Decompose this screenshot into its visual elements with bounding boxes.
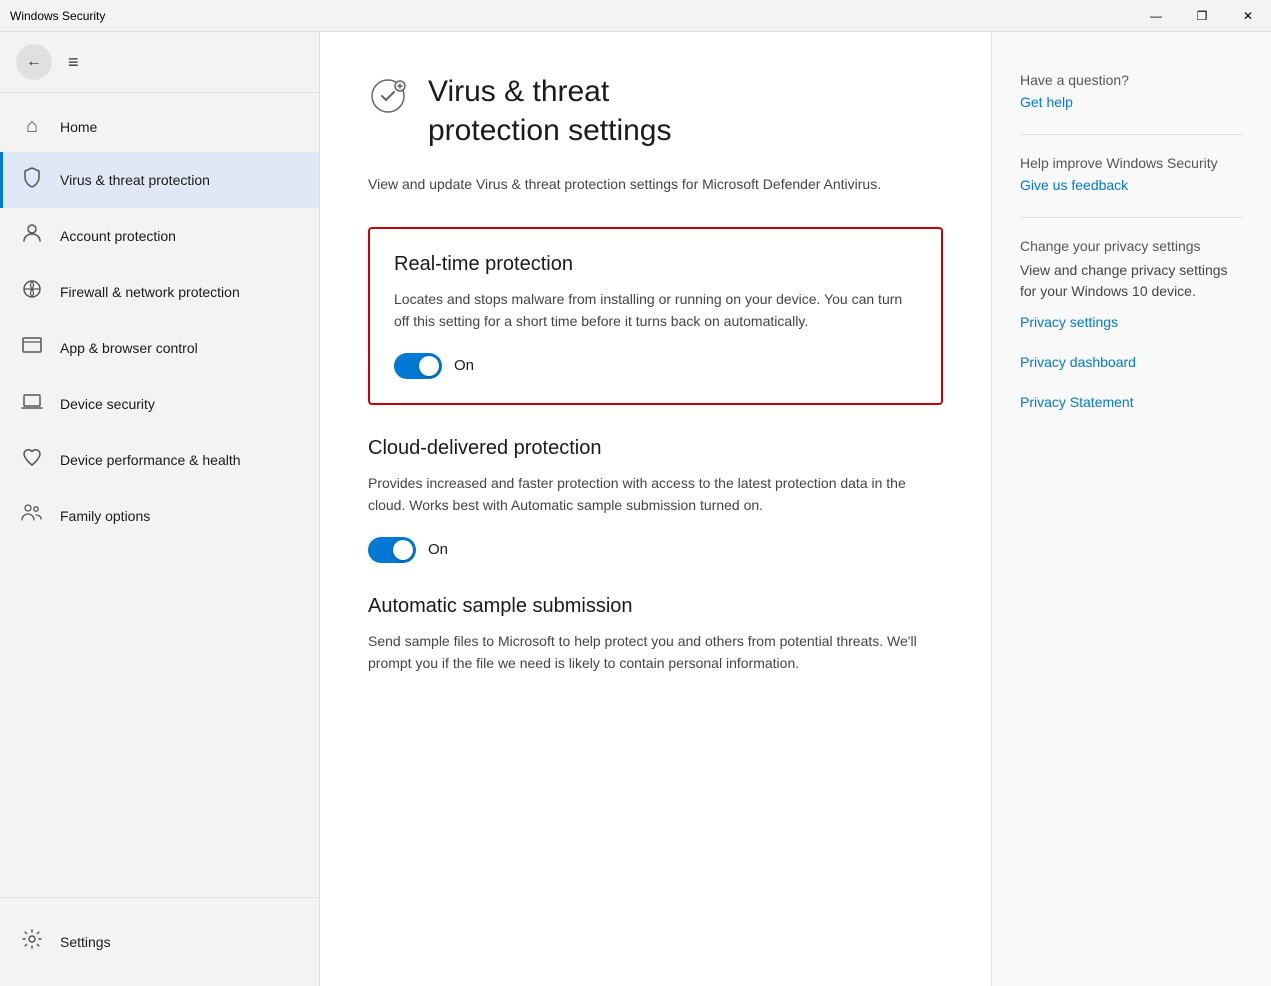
improve-title: Help improve Windows Security bbox=[1020, 155, 1243, 171]
realtime-toggle-row: On bbox=[394, 353, 917, 379]
settings-label: Settings bbox=[60, 934, 111, 950]
sidebar-bottom: Settings bbox=[0, 897, 319, 986]
cloud-protection-section: Cloud-delivered protection Provides incr… bbox=[368, 437, 943, 563]
realtime-desc: Locates and stops malware from installin… bbox=[394, 288, 917, 333]
toggle-thumb bbox=[419, 356, 439, 376]
realtime-protection-card: Real-time protection Locates and stops m… bbox=[368, 227, 943, 405]
toggle-thumb bbox=[393, 540, 413, 560]
cloud-toggle-row: On bbox=[368, 537, 943, 563]
get-help-link[interactable]: Get help bbox=[1020, 94, 1243, 110]
sidebar-item-label: App & browser control bbox=[60, 340, 198, 356]
privacy-settings-link[interactable]: Privacy settings bbox=[1020, 314, 1243, 330]
restore-button[interactable]: ❐ bbox=[1179, 0, 1225, 32]
page-title: Virus & threatprotection settings bbox=[428, 72, 671, 150]
settings-icon bbox=[20, 928, 44, 956]
sidebar: ← ≡ ⌂ Home Virus & threat protection bbox=[0, 32, 320, 986]
sidebar-item-firewall[interactable]: Firewall & network protection bbox=[0, 264, 319, 320]
realtime-toggle[interactable] bbox=[394, 353, 442, 379]
sidebar-item-family[interactable]: Family options bbox=[0, 488, 319, 544]
content-header: Virus & threatprotection settings bbox=[368, 72, 943, 150]
laptop-icon bbox=[20, 390, 44, 418]
realtime-title: Real-time protection bbox=[394, 253, 917, 276]
sidebar-item-label: Virus & threat protection bbox=[60, 172, 210, 188]
sidebar-item-account[interactable]: Account protection bbox=[0, 208, 319, 264]
privacy-desc: View and change privacy settings for you… bbox=[1020, 260, 1243, 302]
main-content: Virus & threatprotection settings View a… bbox=[320, 32, 991, 986]
sample-desc: Send sample files to Microsoft to help p… bbox=[368, 630, 943, 675]
heart-icon bbox=[20, 446, 44, 474]
privacy-statement-link[interactable]: Privacy Statement bbox=[1020, 394, 1243, 410]
sidebar-item-label: Account protection bbox=[60, 228, 176, 244]
sidebar-item-device-security[interactable]: Device security bbox=[0, 376, 319, 432]
hamburger-icon: ≡ bbox=[68, 52, 79, 72]
feedback-link[interactable]: Give us feedback bbox=[1020, 177, 1243, 193]
sidebar-item-label: Home bbox=[60, 119, 97, 135]
sample-submission-section: Automatic sample submission Send sample … bbox=[368, 595, 943, 675]
titlebar-title: Windows Security bbox=[10, 9, 105, 23]
sidebar-item-label: Firewall & network protection bbox=[60, 284, 240, 300]
firewall-icon bbox=[20, 278, 44, 306]
page-icon bbox=[368, 76, 408, 123]
realtime-toggle-label: On bbox=[454, 357, 474, 374]
divider-2 bbox=[1020, 217, 1243, 218]
sidebar-item-device-health[interactable]: Device performance & health bbox=[0, 432, 319, 488]
sidebar-item-label: Device performance & health bbox=[60, 452, 241, 468]
close-button[interactable]: ✕ bbox=[1225, 0, 1271, 32]
titlebar-controls: — ❐ ✕ bbox=[1133, 0, 1271, 32]
cloud-toggle-label: On bbox=[428, 541, 448, 558]
right-panel: Have a question? Get help Help improve W… bbox=[991, 32, 1271, 986]
back-button[interactable]: ← bbox=[16, 44, 52, 80]
privacy-dashboard-link[interactable]: Privacy dashboard bbox=[1020, 354, 1243, 370]
app-body: ← ≡ ⌂ Home Virus & threat protection bbox=[0, 32, 1271, 986]
sidebar-item-label: Family options bbox=[60, 508, 150, 524]
page-subtitle: View and update Virus & threat protectio… bbox=[368, 174, 943, 195]
sample-title: Automatic sample submission bbox=[368, 595, 943, 618]
cloud-title: Cloud-delivered protection bbox=[368, 437, 943, 460]
divider-1 bbox=[1020, 134, 1243, 135]
titlebar: Windows Security — ❐ ✕ bbox=[0, 0, 1271, 32]
sidebar-item-virus[interactable]: Virus & threat protection bbox=[0, 152, 319, 208]
home-icon: ⌂ bbox=[20, 115, 44, 138]
panel-question: Have a question? bbox=[1020, 72, 1243, 88]
account-icon bbox=[20, 222, 44, 250]
back-icon: ← bbox=[26, 53, 42, 71]
sidebar-item-home[interactable]: ⌂ Home bbox=[0, 101, 319, 152]
cloud-desc: Provides increased and faster protection… bbox=[368, 472, 943, 517]
hamburger-button[interactable]: ≡ bbox=[64, 48, 83, 77]
minimize-button[interactable]: — bbox=[1133, 0, 1179, 32]
sidebar-item-settings[interactable]: Settings bbox=[0, 914, 319, 970]
privacy-title: Change your privacy settings bbox=[1020, 238, 1243, 254]
sidebar-item-browser[interactable]: App & browser control bbox=[0, 320, 319, 376]
family-icon bbox=[20, 502, 44, 530]
sidebar-nav: ⌂ Home Virus & threat protection bbox=[0, 93, 319, 897]
browser-icon bbox=[20, 334, 44, 362]
sidebar-top: ← ≡ bbox=[0, 32, 319, 93]
shield-icon bbox=[20, 166, 44, 194]
cloud-toggle[interactable] bbox=[368, 537, 416, 563]
sidebar-item-label: Device security bbox=[60, 396, 155, 412]
